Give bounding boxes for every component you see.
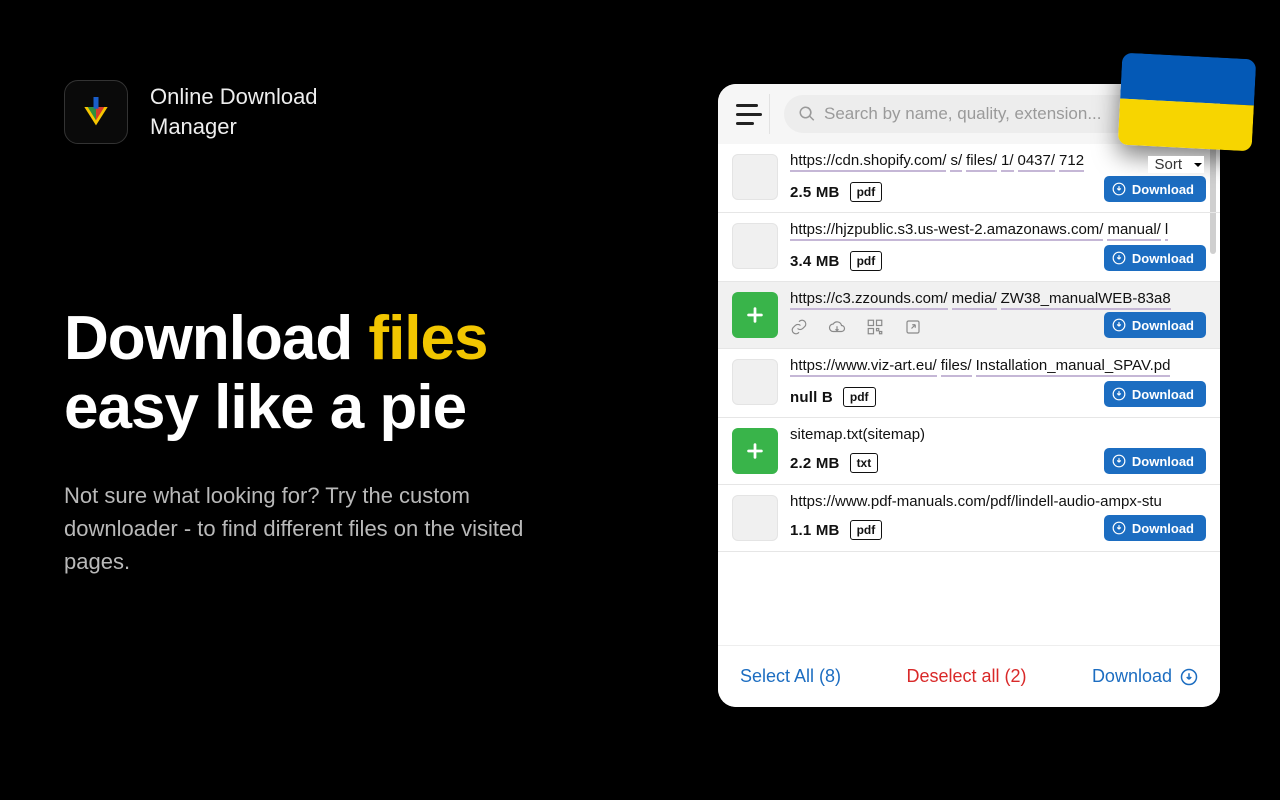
brand-name: Online Download Manager	[150, 82, 318, 141]
url-segment: https://hjzpublic.s3.us-west-2.amazonaws…	[790, 221, 1103, 241]
file-thumbnail	[732, 359, 778, 405]
download-button-label: Download	[1132, 318, 1194, 333]
download-button[interactable]: Download	[1104, 176, 1206, 202]
url-segment: ZW38_manualWEB-83a8	[1001, 290, 1171, 310]
file-thumbnail	[732, 223, 778, 269]
file-url[interactable]: https://cdn.shopify.com/s/files/1/0437/7…	[790, 152, 1206, 172]
download-button[interactable]: Download	[1104, 245, 1206, 271]
menu-button[interactable]	[726, 94, 770, 134]
download-icon	[1112, 182, 1126, 196]
qr-icon[interactable]	[866, 318, 884, 336]
list-item[interactable]: https://www.viz-art.eu/files/Installatio…	[718, 349, 1220, 418]
list-item[interactable]: https://cdn.shopify.com/s/files/1/0437/7…	[718, 144, 1220, 213]
url-segment: Installation_manual_SPAV.pd	[976, 357, 1171, 377]
headline-post: easy like a pie	[64, 373, 466, 442]
download-button[interactable]: Download	[1104, 381, 1206, 407]
sort-label: Sort	[1154, 156, 1182, 173]
url-segment: 1/	[1001, 152, 1014, 172]
download-button-label: Download	[1132, 521, 1194, 536]
url-segment: https://cdn.shopify.com/	[790, 152, 946, 172]
url-segment: files/	[966, 152, 997, 172]
headline: Download files easy like a pie	[64, 304, 624, 443]
file-url[interactable]: https://c3.zzounds.com/media/ZW38_manual…	[790, 290, 1206, 310]
download-button[interactable]: Download	[1104, 515, 1206, 541]
download-icon	[1112, 521, 1126, 535]
panel-footer: Select All (8) Deselect all (2) Download	[718, 645, 1220, 707]
download-panel: Sort https://cdn.shopify.com/s/files/1/0…	[718, 84, 1220, 707]
ukraine-flag	[1118, 53, 1257, 152]
file-url[interactable]: https://hjzpublic.s3.us-west-2.amazonaws…	[790, 221, 1206, 241]
download-list[interactable]: Sort https://cdn.shopify.com/s/files/1/0…	[718, 144, 1220, 645]
file-size: 2.2 MB	[790, 455, 840, 472]
file-type-badge: pdf	[850, 182, 883, 202]
download-icon	[1112, 251, 1126, 265]
add-icon[interactable]	[732, 428, 778, 474]
file-type-badge: pdf	[843, 387, 876, 407]
file-thumbnail	[732, 154, 778, 200]
search-icon	[798, 105, 816, 123]
download-button[interactable]: Download	[1104, 312, 1206, 338]
select-all-button[interactable]: Select All (8)	[740, 666, 841, 687]
file-url[interactable]: https://www.pdf-manuals.com/pdf/lindell-…	[790, 493, 1206, 510]
list-item[interactable]: sitemap.txt(sitemap) 2.2 MB txt Download	[718, 418, 1220, 485]
headline-pre: Download	[64, 304, 368, 373]
file-type-badge: pdf	[850, 520, 883, 540]
list-item[interactable]: https://hjzpublic.s3.us-west-2.amazonaws…	[718, 213, 1220, 282]
sort-dropdown[interactable]: Sort	[1148, 156, 1204, 173]
app-logo	[64, 80, 128, 144]
file-size: null B	[790, 389, 833, 406]
add-icon[interactable]	[732, 292, 778, 338]
file-size: 3.4 MB	[790, 253, 840, 270]
download-icon	[1112, 318, 1126, 332]
download-button-label: Download	[1132, 387, 1194, 402]
url-segment: https://c3.zzounds.com/	[790, 290, 948, 310]
download-button-label: Download	[1132, 454, 1194, 469]
file-size: 2.5 MB	[790, 184, 840, 201]
download-all-button[interactable]: Download	[1092, 666, 1198, 687]
file-type-badge: txt	[850, 453, 879, 473]
url-segment: manual/	[1107, 221, 1160, 241]
brand-line1: Online Download	[150, 82, 318, 112]
download-button-label: Download	[1132, 251, 1194, 266]
deselect-all-button[interactable]: Deselect all (2)	[906, 666, 1026, 687]
download-button-label: Download	[1132, 182, 1194, 197]
open-icon[interactable]	[904, 318, 922, 336]
file-url[interactable]: sitemap.txt(sitemap)	[790, 426, 1206, 443]
url-segment: media/	[952, 290, 997, 310]
brand-line2: Manager	[150, 112, 318, 142]
chevron-down-icon	[1192, 159, 1204, 171]
url-segment: files/	[941, 357, 972, 377]
url-segment: 712	[1059, 152, 1084, 172]
file-thumbnail	[732, 495, 778, 541]
file-url[interactable]: https://www.viz-art.eu/files/Installatio…	[790, 357, 1206, 377]
url-segment: https://www.viz-art.eu/	[790, 357, 937, 377]
download-all-label: Download	[1092, 666, 1172, 687]
file-type-badge: pdf	[850, 251, 883, 271]
file-size: 1.1 MB	[790, 522, 840, 539]
url-segment: s/	[950, 152, 962, 172]
url-segment: 0437/	[1018, 152, 1056, 172]
subhead: Not sure what looking for? Try the custo…	[64, 479, 584, 578]
list-item[interactable]: https://c3.zzounds.com/media/ZW38_manual…	[718, 282, 1220, 349]
url-segment: l	[1165, 221, 1168, 241]
headline-accent: files	[368, 304, 487, 373]
download-icon	[1180, 668, 1198, 686]
list-item[interactable]: https://www.pdf-manuals.com/pdf/lindell-…	[718, 485, 1220, 552]
link-icon[interactable]	[790, 318, 808, 336]
download-icon	[1112, 387, 1126, 401]
download-icon	[1112, 454, 1126, 468]
download-button[interactable]: Download	[1104, 448, 1206, 474]
cloud-download-icon[interactable]	[828, 318, 846, 336]
brand: Online Download Manager	[64, 80, 624, 144]
